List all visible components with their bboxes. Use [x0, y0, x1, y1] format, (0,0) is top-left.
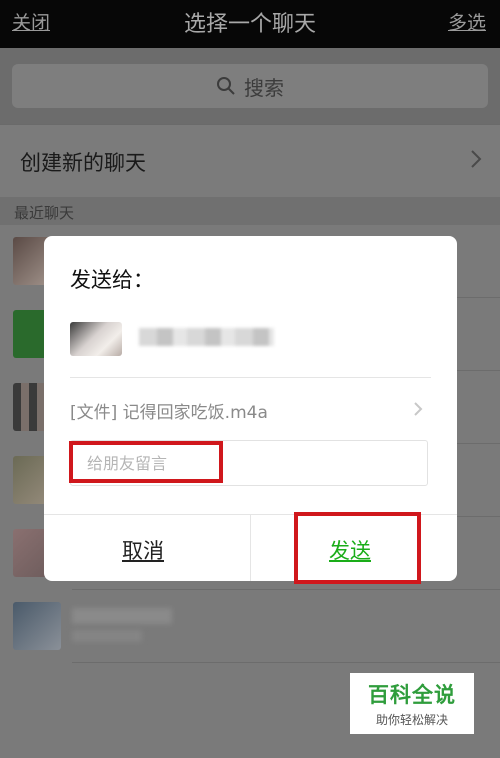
watermark-brand: 百科全说 [368, 683, 456, 707]
avatar [13, 602, 61, 650]
watermark-slogan: 助你轻松解决 [375, 713, 448, 727]
recent-chats-label: 最近聊天 [14, 204, 75, 222]
search-area: 搜索 [0, 48, 500, 124]
search-input[interactable]: 搜索 [12, 64, 488, 108]
search-placeholder: 搜索 [244, 75, 284, 100]
chevron-right-icon [471, 150, 482, 168]
send-button-highlight [294, 512, 421, 584]
page-title: 选择一个聊天 [183, 12, 316, 37]
search-icon [217, 77, 235, 95]
recent-chats-header: 最近聊天 [0, 197, 500, 225]
button-divider [250, 515, 251, 581]
watermark: 百科全说 助你轻松解决 [350, 673, 474, 734]
multi-select-button[interactable]: 多选 [448, 8, 486, 35]
top-bar: 关闭 选择一个聊天 多选 [0, 0, 500, 48]
cancel-button[interactable]: 取消 [122, 535, 164, 565]
new-chat-label: 创建新的聊天 [20, 151, 146, 175]
contact-detail-blurred [72, 630, 142, 642]
chevron-right-icon [414, 402, 423, 416]
divider [70, 377, 431, 378]
recipient-avatar [70, 322, 122, 356]
new-chat-item[interactable]: 创建新的聊天 [0, 124, 500, 197]
divider [72, 662, 500, 663]
message-field-highlight [69, 441, 223, 483]
file-attachment-label[interactable]: [文件] 记得回家吃饭.m4a [70, 398, 268, 423]
contact-name-blurred [72, 608, 172, 624]
list-item[interactable] [0, 590, 500, 663]
recipient-name-blurred [139, 328, 274, 346]
dialog-heading: 发送给： [70, 268, 154, 292]
